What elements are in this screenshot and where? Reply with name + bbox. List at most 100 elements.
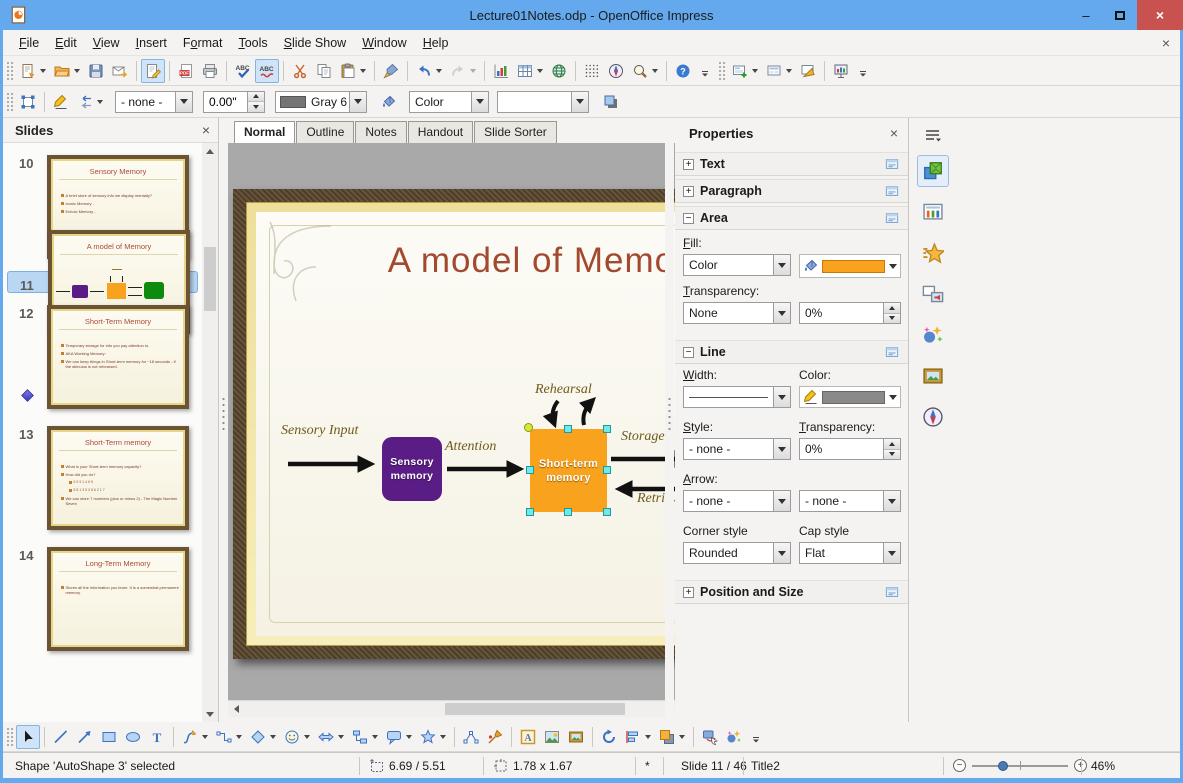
draw-rectangle-button[interactable] bbox=[97, 725, 121, 749]
dropdown-arrow-icon[interactable] bbox=[40, 68, 46, 73]
draw-select-button[interactable] bbox=[16, 724, 40, 749]
redo-button[interactable] bbox=[446, 59, 480, 83]
save-button[interactable] bbox=[84, 59, 108, 83]
draw-flowchart-button[interactable] bbox=[348, 725, 382, 749]
line-color-select[interactable]: Gray 6 bbox=[275, 90, 367, 113]
display-grid-button[interactable] bbox=[580, 59, 604, 83]
draw-callouts-button[interactable] bbox=[382, 725, 416, 749]
export-pdf-button[interactable]: PDF bbox=[174, 59, 198, 83]
zoom-level[interactable]: 46% bbox=[1091, 753, 1115, 778]
shadow-button[interactable] bbox=[599, 90, 623, 114]
menu-help[interactable]: Help bbox=[415, 32, 457, 54]
close-button[interactable]: × bbox=[1137, 0, 1183, 30]
dropdown-arrow-icon[interactable] bbox=[270, 734, 276, 739]
sidebar-tab-properties[interactable] bbox=[917, 155, 949, 187]
selection-handle[interactable] bbox=[526, 466, 534, 474]
draw-fontwork-button[interactable]: A bbox=[516, 725, 540, 749]
dropdown-arrow-icon[interactable] bbox=[360, 68, 366, 73]
tab-handout[interactable]: Handout bbox=[407, 121, 474, 143]
props-arrow-end-select[interactable]: - none - bbox=[799, 490, 901, 512]
menu-format[interactable]: Format bbox=[175, 32, 231, 54]
selection-handle[interactable] bbox=[564, 508, 572, 516]
arrow-style-button[interactable] bbox=[73, 90, 107, 114]
sidebar-tab-slide-transition[interactable] bbox=[917, 278, 949, 310]
props-corner-style-select[interactable]: Rounded bbox=[683, 542, 791, 564]
properties-close-icon[interactable]: × bbox=[890, 125, 898, 141]
dropdown-arrow-icon[interactable] bbox=[338, 734, 344, 739]
props-line-width-select[interactable] bbox=[683, 386, 791, 408]
draw-line-button[interactable] bbox=[49, 725, 73, 749]
props-line-transparency-value[interactable]: 0% bbox=[799, 438, 901, 460]
paste-button[interactable] bbox=[336, 59, 370, 83]
scroll-down-icon[interactable] bbox=[202, 706, 218, 722]
draw-symbol-shapes-button[interactable] bbox=[280, 725, 314, 749]
document-close-icon[interactable]: × bbox=[1162, 35, 1170, 51]
position-size-button[interactable] bbox=[16, 90, 40, 114]
section-position-size[interactable]: + Position and Size bbox=[675, 580, 908, 604]
menu-window[interactable]: Window bbox=[354, 32, 414, 54]
dialog-launcher-icon[interactable] bbox=[884, 157, 900, 171]
print-button[interactable] bbox=[198, 59, 222, 83]
dialog-launcher-icon[interactable] bbox=[884, 585, 900, 599]
fill-type-select[interactable]: Color bbox=[409, 90, 489, 113]
slide-show-button[interactable] bbox=[829, 59, 853, 83]
new-slide-button[interactable] bbox=[728, 59, 762, 83]
draw-ellipse-button[interactable] bbox=[121, 725, 145, 749]
email-button[interactable] bbox=[108, 59, 132, 83]
dropdown-arrow-icon[interactable] bbox=[74, 68, 80, 73]
dialog-launcher-icon[interactable] bbox=[884, 184, 900, 198]
line-dialog-button[interactable] bbox=[49, 90, 73, 114]
draw-glue-points-button[interactable] bbox=[483, 725, 507, 749]
line-width-spinner[interactable]: 0.00" bbox=[203, 90, 265, 113]
hyperlink-button[interactable] bbox=[547, 59, 571, 83]
scroll-left-icon[interactable] bbox=[228, 701, 244, 717]
props-fill-type-select[interactable]: Color bbox=[683, 254, 791, 276]
open-button[interactable] bbox=[50, 59, 84, 83]
label-attention[interactable]: Attention bbox=[445, 439, 496, 455]
more-button[interactable] bbox=[853, 59, 873, 83]
props-fill-color-select[interactable] bbox=[799, 254, 901, 278]
minimize-button[interactable]: – bbox=[1069, 0, 1103, 30]
selection-handle[interactable] bbox=[564, 425, 572, 433]
section-text[interactable]: + Text bbox=[675, 152, 908, 176]
dropdown-arrow-icon[interactable] bbox=[236, 734, 242, 739]
slides-panel-close-icon[interactable]: × bbox=[202, 122, 210, 138]
sidebar-tab-animation-effects[interactable] bbox=[917, 319, 949, 351]
draw-arrow-button[interactable] bbox=[73, 725, 97, 749]
dropdown-arrow-icon[interactable] bbox=[440, 734, 446, 739]
tab-notes[interactable]: Notes bbox=[355, 121, 407, 143]
slide-thumbnail-12[interactable]: 12 Short-Term Memory Temporary storage for… bbox=[7, 300, 198, 414]
section-line[interactable]: − Line bbox=[675, 340, 908, 364]
draw-arrange-button[interactable] bbox=[655, 725, 689, 749]
draw-block-arrows-button[interactable] bbox=[314, 725, 348, 749]
props-arrow-start-select[interactable]: - none - bbox=[683, 490, 791, 512]
slide-thumbnail-14[interactable]: 14 Long-Term Memory Stores all the informa… bbox=[7, 542, 198, 656]
draw-curve-button[interactable] bbox=[178, 725, 212, 749]
dialog-launcher-icon[interactable] bbox=[884, 211, 900, 225]
slide-template-status[interactable]: Title2 bbox=[751, 753, 780, 778]
selection-handle[interactable] bbox=[603, 425, 611, 433]
slide-design-button[interactable] bbox=[796, 59, 820, 83]
dropdown-arrow-icon[interactable] bbox=[679, 734, 685, 739]
line-style-select[interactable]: - none - bbox=[115, 90, 193, 113]
dropdown-arrow-icon[interactable] bbox=[470, 68, 476, 73]
menu-view[interactable]: View bbox=[85, 32, 128, 54]
zoom-slider[interactable]: − + bbox=[953, 753, 1087, 778]
selection-handle[interactable] bbox=[526, 508, 534, 516]
cut-button[interactable] bbox=[288, 59, 312, 83]
shape-sensory-memory[interactable]: Sensory memory bbox=[382, 437, 442, 501]
selection-handle[interactable] bbox=[603, 466, 611, 474]
tab-normal[interactable]: Normal bbox=[234, 121, 296, 143]
help-button[interactable]: ? bbox=[671, 59, 695, 83]
dropdown-arrow-icon[interactable] bbox=[537, 68, 543, 73]
section-area[interactable]: − Area bbox=[675, 206, 908, 230]
maximize-button[interactable] bbox=[1103, 0, 1137, 30]
area-dialog-button[interactable] bbox=[377, 90, 401, 114]
dropdown-arrow-icon[interactable] bbox=[652, 68, 658, 73]
draw-alignment-button[interactable] bbox=[621, 725, 655, 749]
draw-from-file-button[interactable] bbox=[540, 725, 564, 749]
dropdown-arrow-icon[interactable] bbox=[752, 68, 758, 73]
sidebar-tab-gallery[interactable] bbox=[917, 360, 949, 392]
edit-file-button[interactable] bbox=[141, 58, 165, 83]
slide-thumbnail-13[interactable]: 13 Short-Term memory What is your Short-te… bbox=[7, 421, 198, 535]
